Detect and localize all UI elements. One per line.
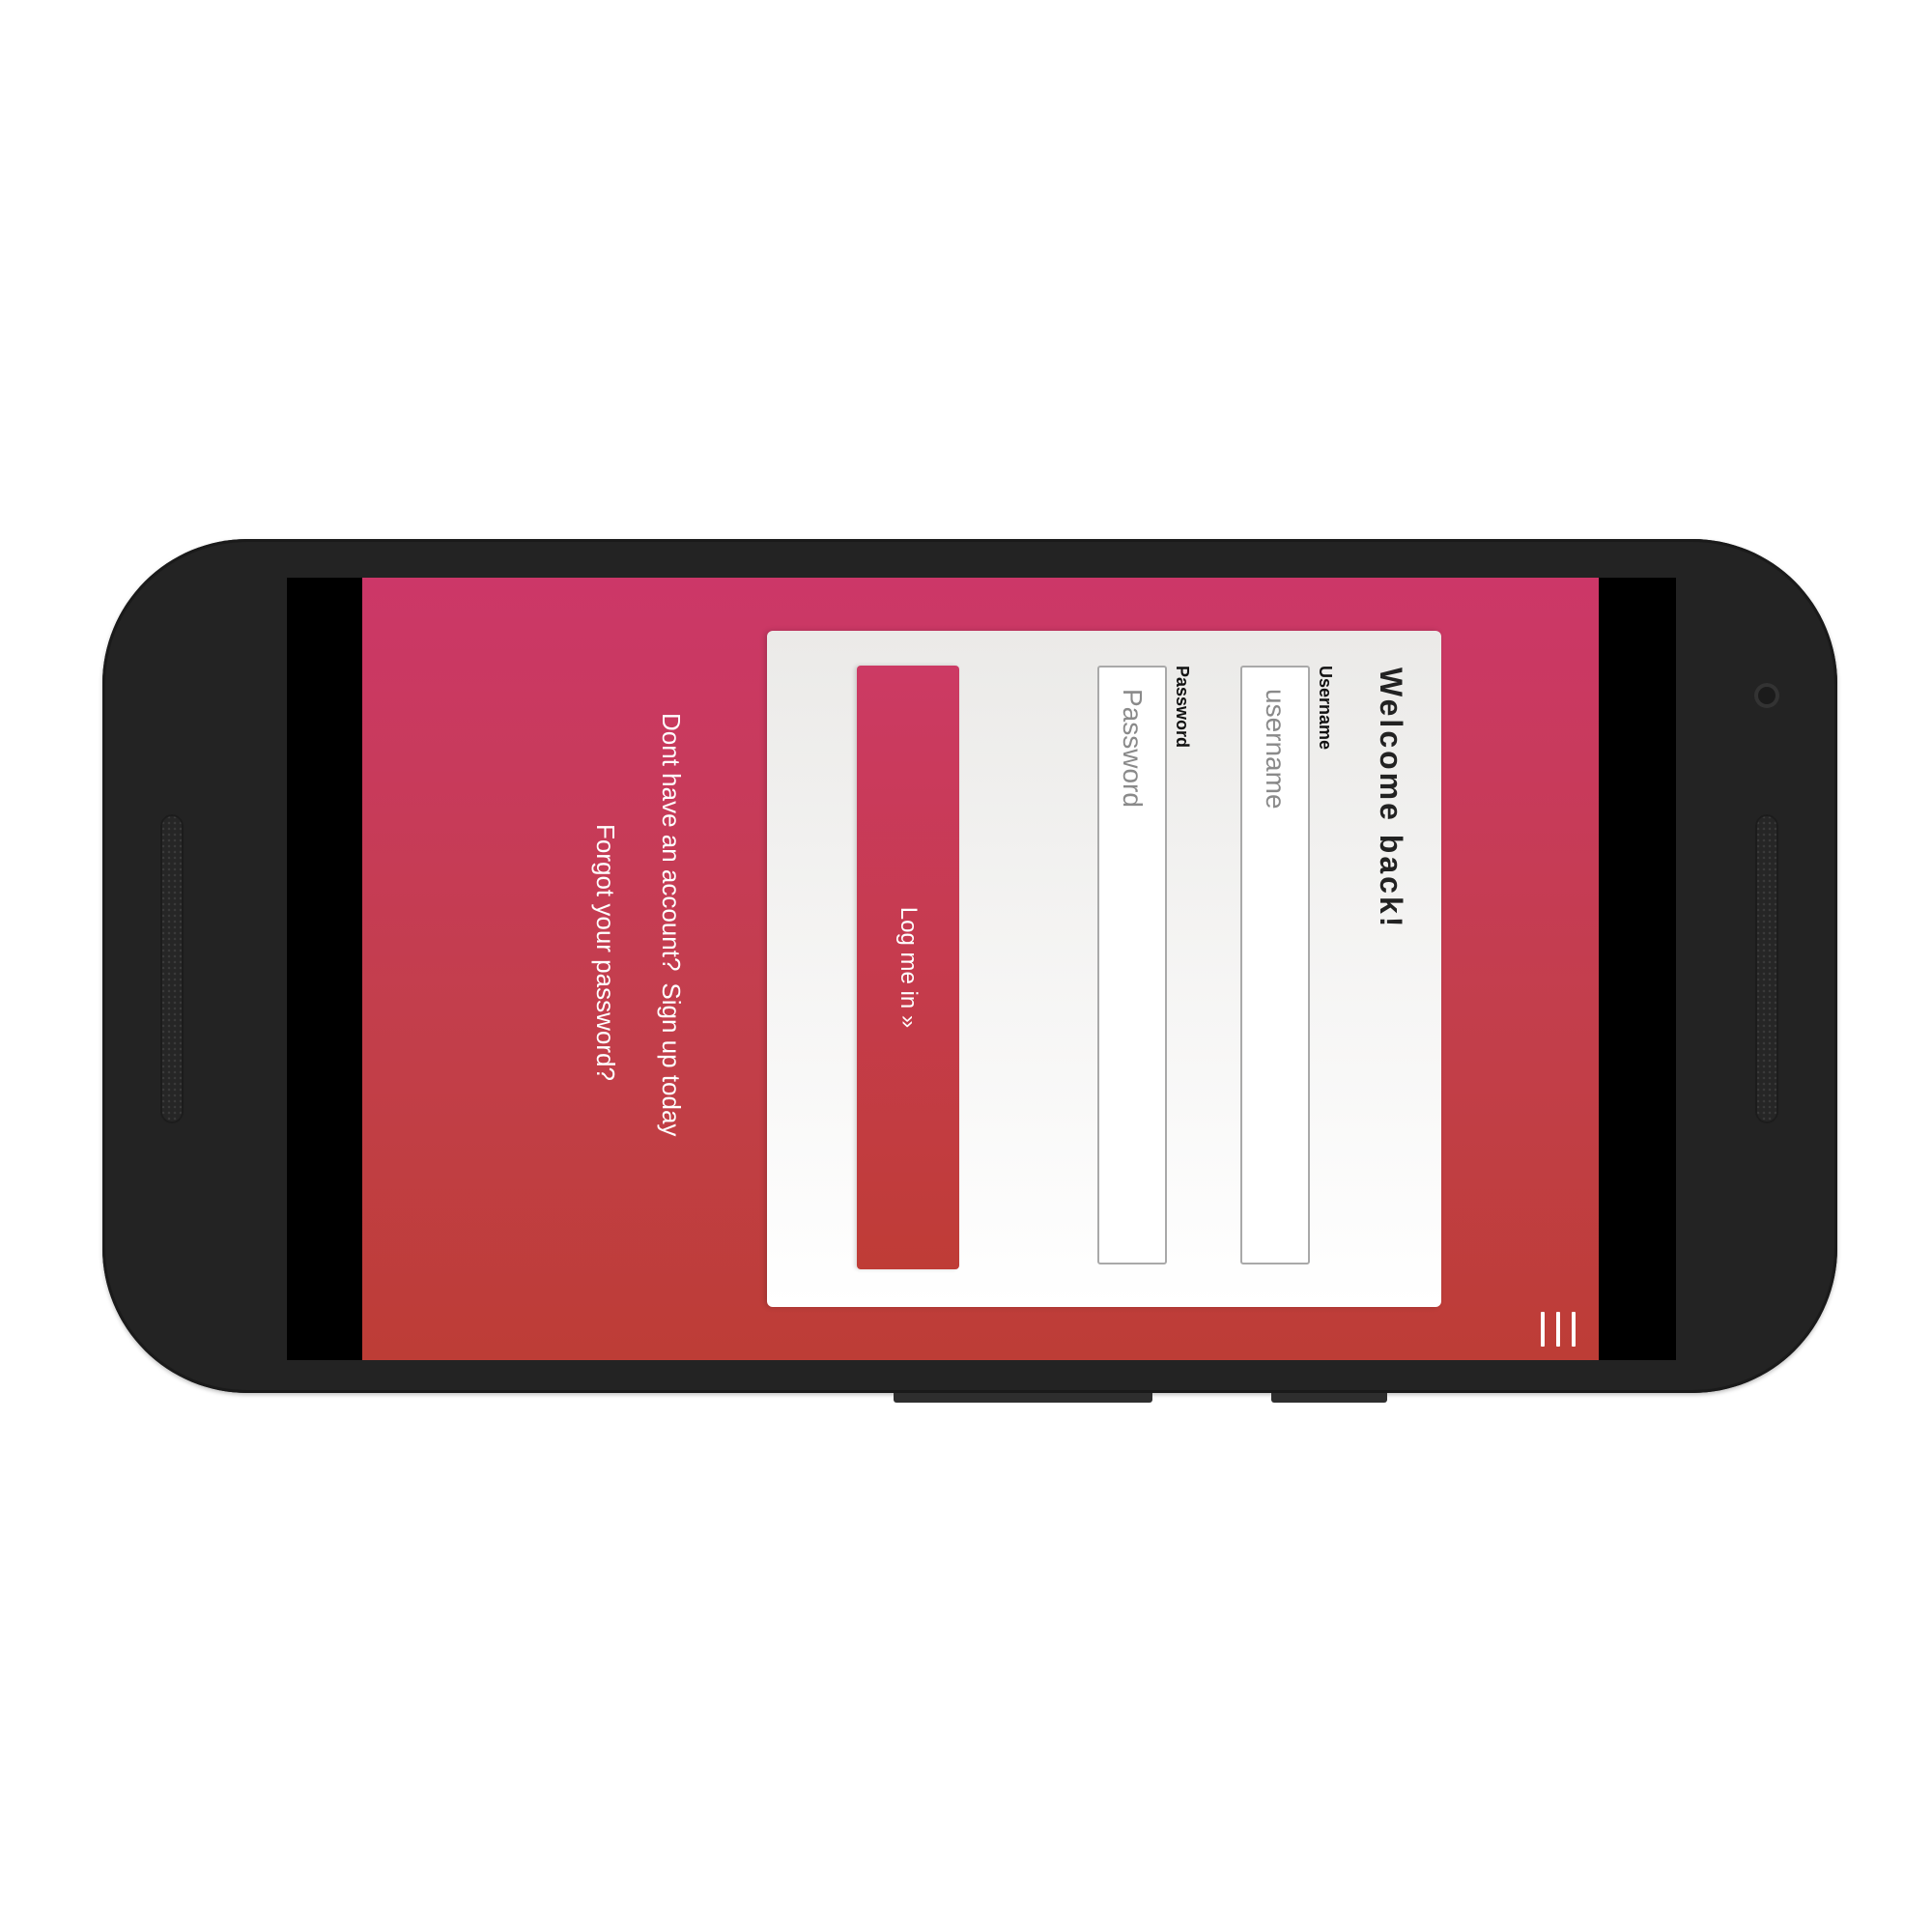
signup-link[interactable]: Sign up today [657, 982, 686, 1136]
login-screen: Welcome back! Username Password Log me i… [362, 578, 1599, 1360]
menu-bar [1541, 1312, 1545, 1347]
signup-prompt: Dont have an account? Sign up today [657, 713, 686, 1136]
username-label: Username [1316, 666, 1335, 751]
password-label: Password [1173, 666, 1192, 749]
speaker-grille-left [160, 814, 184, 1123]
menu-bar [1556, 1312, 1560, 1347]
forgot-password-line: Forgot your password? [591, 824, 620, 1136]
power-button [1271, 1393, 1387, 1403]
forgot-password-link[interactable]: Forgot your password? [591, 824, 620, 1081]
password-input[interactable] [1097, 666, 1167, 1264]
username-input[interactable] [1240, 666, 1310, 1264]
front-camera [1754, 683, 1779, 708]
speaker-grille-right [1755, 814, 1778, 1123]
login-button[interactable]: Log me in » [857, 666, 959, 1269]
footer-links: Dont have an account? Sign up today Forgo… [553, 713, 686, 1136]
page-title: Welcome back! [1374, 668, 1408, 930]
app-viewport: Welcome back! Username Password Log me i… [362, 578, 1599, 1360]
menu-bar [1572, 1312, 1576, 1347]
hamburger-menu-icon[interactable] [1541, 1312, 1576, 1350]
volume-button [894, 1393, 1152, 1403]
no-account-text: Dont have an account? [657, 713, 686, 972]
login-card: Welcome back! Username Password Log me i… [767, 631, 1441, 1307]
